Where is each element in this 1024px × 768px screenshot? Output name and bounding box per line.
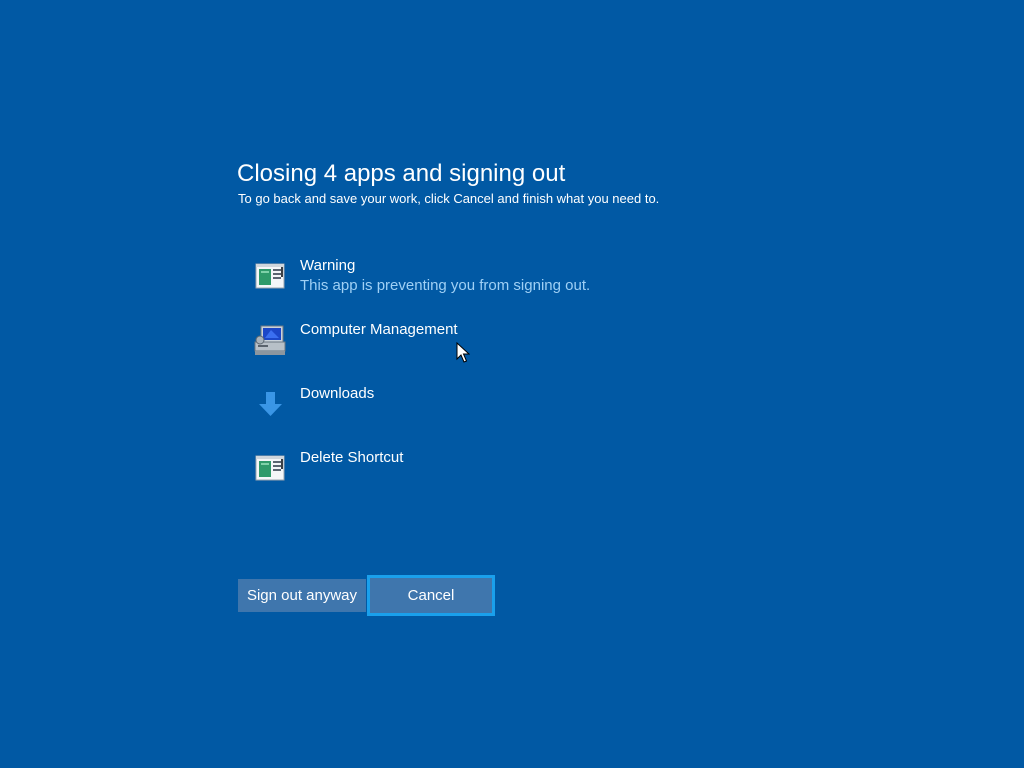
app-item-warning: Warning This app is preventing you from …: [252, 256, 752, 312]
app-name: Delete Shortcut: [300, 449, 404, 466]
app-window-icon: [255, 455, 285, 481]
page-subtitle: To go back and save your work, click Can…: [238, 191, 660, 206]
app-item-delete-shortcut: Delete Shortcut: [252, 448, 752, 504]
app-window-icon: [255, 263, 285, 289]
computer-management-icon: [254, 325, 286, 355]
sign-out-anyway-button[interactable]: Sign out anyway: [238, 579, 366, 612]
mouse-pointer-icon: [456, 342, 470, 363]
app-name: Downloads: [300, 385, 375, 402]
download-arrow-icon: [259, 392, 282, 416]
app-status: This app is preventing you from signing …: [300, 277, 591, 294]
app-name: Warning: [300, 257, 356, 274]
page-title: Closing 4 apps and signing out: [237, 160, 566, 187]
app-item-computer-management: Computer Management: [252, 320, 752, 376]
app-item-downloads: Downloads: [252, 384, 752, 440]
sign-out-screen: Closing 4 apps and signing out To go bac…: [0, 0, 1024, 768]
cancel-button[interactable]: Cancel: [367, 575, 495, 616]
app-name: Computer Management: [300, 321, 458, 338]
